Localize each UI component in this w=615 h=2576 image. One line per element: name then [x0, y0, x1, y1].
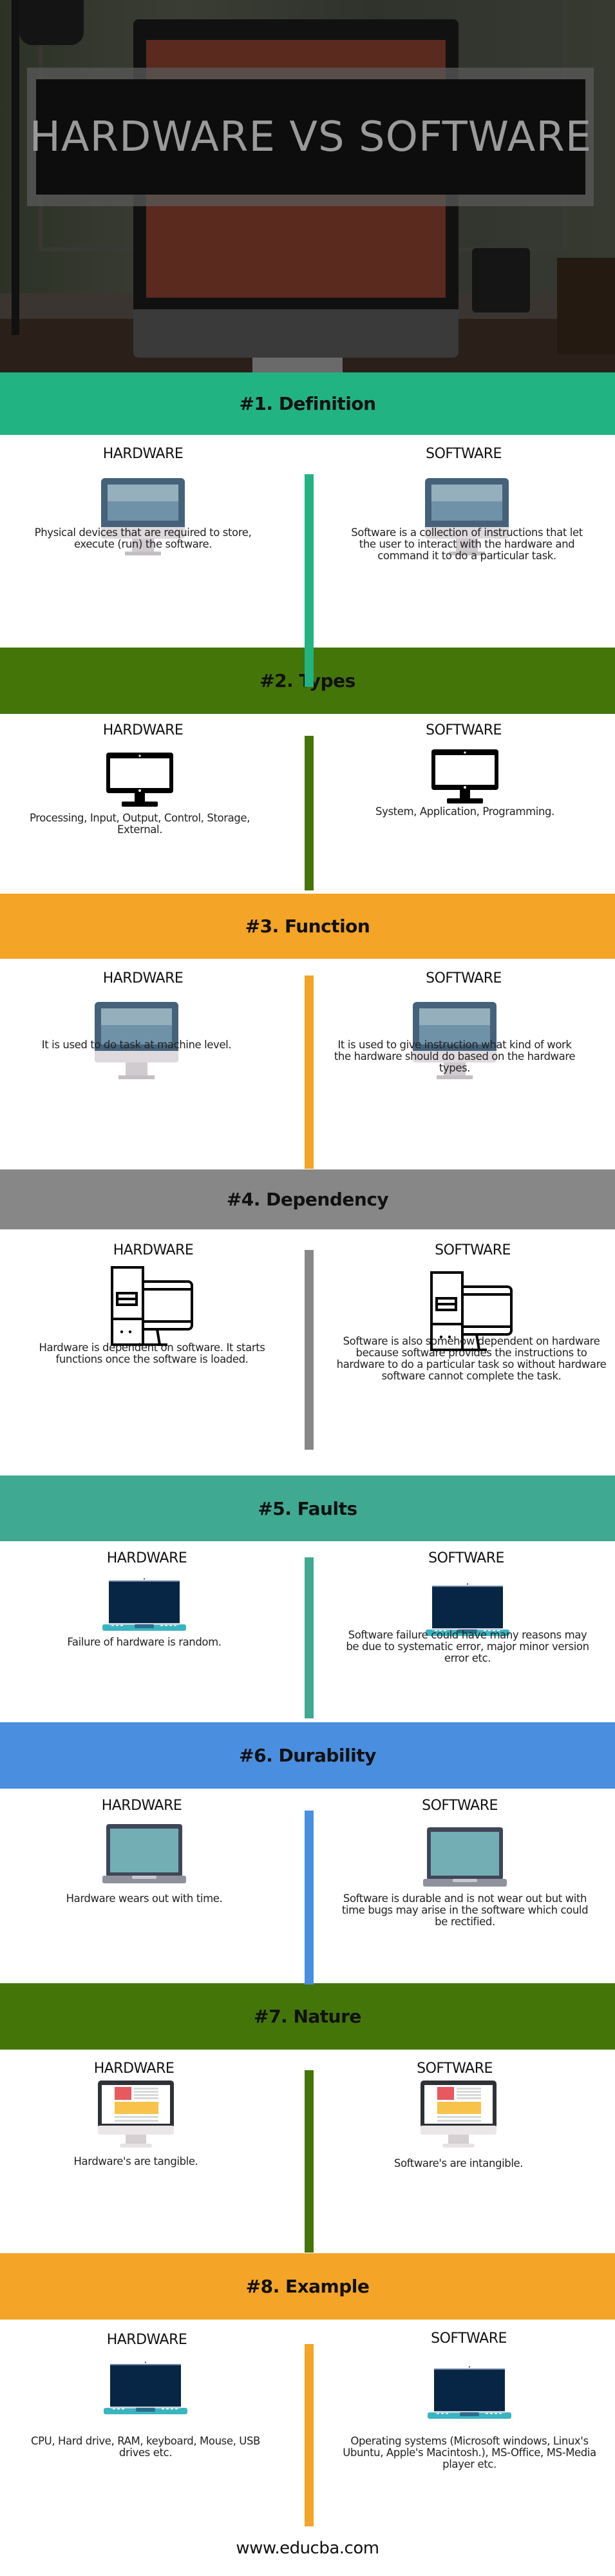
- laptop-navy-icon: [426, 1583, 509, 1636]
- section-body-function: HARDWARE It is used to do task at machin…: [0, 959, 615, 1169]
- section-header-nature: #7. Nature: [0, 1983, 615, 2050]
- laptop-teal-icon: [423, 1827, 507, 1887]
- software-label: SOFTWARE: [431, 2331, 507, 2347]
- monitor-black-icon: [106, 753, 173, 807]
- software-label: SOFTWARE: [417, 2061, 493, 2077]
- software-label: SOFTWARE: [426, 446, 502, 462]
- section-header-dependency: #4. Dependency: [0, 1169, 615, 1229]
- hero-imac-stand: [252, 358, 343, 372]
- software-description: Software failure could have many reasons…: [346, 1629, 589, 1664]
- section-body-dependency: HARDWARE Hardware is dependent on softwa…: [0, 1229, 615, 1475]
- hardware-label: HARDWARE: [113, 1242, 194, 1258]
- hardware-label: HARDWARE: [106, 2332, 187, 2348]
- software-label: SOFTWARE: [435, 1242, 511, 1258]
- laptop-navy-icon: [102, 1578, 186, 1631]
- column-divider: [305, 474, 314, 687]
- hardware-description: Hardware wears out with time.: [66, 1892, 223, 1905]
- section-body-nature: HARDWARE Hardware's are tangible. SOFTWAR…: [0, 2050, 615, 2253]
- hero-lamp-head: [19, 0, 84, 45]
- page-title: HARDWARE VS SOFTWARE: [29, 113, 592, 161]
- hardware-label: HARDWARE: [93, 2061, 175, 2077]
- section-body-definition: HARDWARE Physical devices that are requi…: [0, 435, 615, 687]
- section-header-definition: #1. Definition: [0, 372, 615, 435]
- section-header-durability: #6. Durability: [0, 1722, 615, 1789]
- column-divider: [305, 2344, 314, 2526]
- hardware-description: Failure of hardware is random.: [67, 1636, 222, 1648]
- section-title: #3. Function: [245, 916, 370, 937]
- column-divider: [305, 1557, 314, 1718]
- column-divider: [305, 976, 314, 1169]
- software-label: SOFTWARE: [426, 722, 502, 738]
- section-body-types: HARDWARE Processing, Input, Output, Cont…: [0, 714, 615, 894]
- software-description: Software is durable and is not wear out …: [341, 1892, 589, 1928]
- column-divider: [305, 736, 314, 890]
- software-label: SOFTWARE: [428, 1550, 504, 1566]
- section-title: #7. Nature: [254, 2006, 361, 2027]
- software-description: Software is also somehow dependent on ha…: [336, 1335, 607, 1382]
- column-divider: [305, 1811, 314, 1985]
- hardware-description: CPU, Hard drive, RAM, keyboard, Mouse, U…: [31, 2435, 260, 2459]
- hero-banner: HARDWARE VS SOFTWARE: [0, 0, 615, 372]
- laptop-teal-icon: [102, 1824, 186, 1883]
- section-body-durability: HARDWARE Hardware wears out with time. SO…: [0, 1789, 615, 1985]
- hero-box: [557, 258, 615, 354]
- software-label: SOFTWARE: [426, 970, 502, 986]
- section-title: #1. Definition: [239, 393, 376, 414]
- hero-title-box: HARDWARE VS SOFTWARE: [27, 68, 594, 206]
- column-divider: [305, 1250, 314, 1450]
- section-header-function: #3. Function: [0, 894, 615, 959]
- hardware-label: HARDWARE: [106, 1550, 187, 1566]
- section-title: #4. Dependency: [226, 1189, 389, 1210]
- hardware-label: HARDWARE: [102, 446, 184, 462]
- footer-url: www.educba.com: [236, 2539, 379, 2558]
- section-title: #5. Faults: [258, 1497, 357, 1519]
- monitor-black-icon: [431, 749, 498, 803]
- section-title: #6. Durability: [239, 1745, 376, 1766]
- imac-webpage-icon: [421, 2081, 497, 2148]
- hardware-description: Physical devices that are required to st…: [34, 526, 252, 550]
- desktop-tower-outline-icon: [111, 1266, 193, 1347]
- software-label: SOFTWARE: [422, 1798, 498, 1814]
- hardware-description: Hardware's are tangible.: [73, 2155, 198, 2167]
- hero-camera: [472, 248, 530, 312]
- software-description: Operating systems (Microsoft windows, Li…: [343, 2435, 596, 2470]
- hardware-description: It is used to do task at machine level.: [41, 1039, 232, 1051]
- hardware-label: HARDWARE: [102, 722, 184, 738]
- laptop-navy-icon: [428, 2366, 511, 2419]
- software-description: System, Application, Programming.: [375, 805, 554, 818]
- hardware-description: Hardware is dependent on software. It st…: [39, 1341, 265, 1365]
- hardware-label: HARDWARE: [101, 1798, 182, 1814]
- software-description: It is used to give instruction what kind…: [334, 1039, 576, 1074]
- laptop-navy-icon: [104, 2361, 187, 2414]
- hardware-description: Processing, Input, Output, Control, Stor…: [30, 812, 250, 836]
- column-divider: [305, 2070, 314, 2253]
- hero-lamp: [12, 0, 19, 335]
- hardware-label: HARDWARE: [102, 970, 184, 986]
- comparison-sections: #1. Definition HARDWARE Physical devices …: [0, 372, 615, 2576]
- section-title: #8. Example: [245, 2276, 370, 2297]
- software-description: Software is a collection of instructions…: [351, 526, 583, 562]
- imac-webpage-icon: [98, 2081, 174, 2148]
- section-body-example: HARDWARE CPU, Hard drive, RAM, keyboard,…: [0, 2320, 615, 2576]
- section-body-faults: HARDWARE Failure of hardware is random. S…: [0, 1541, 615, 1722]
- section-header-faults: #5. Faults: [0, 1475, 615, 1541]
- software-description: Software's are intangible.: [393, 2157, 524, 2169]
- section-header-example: #8. Example: [0, 2253, 615, 2320]
